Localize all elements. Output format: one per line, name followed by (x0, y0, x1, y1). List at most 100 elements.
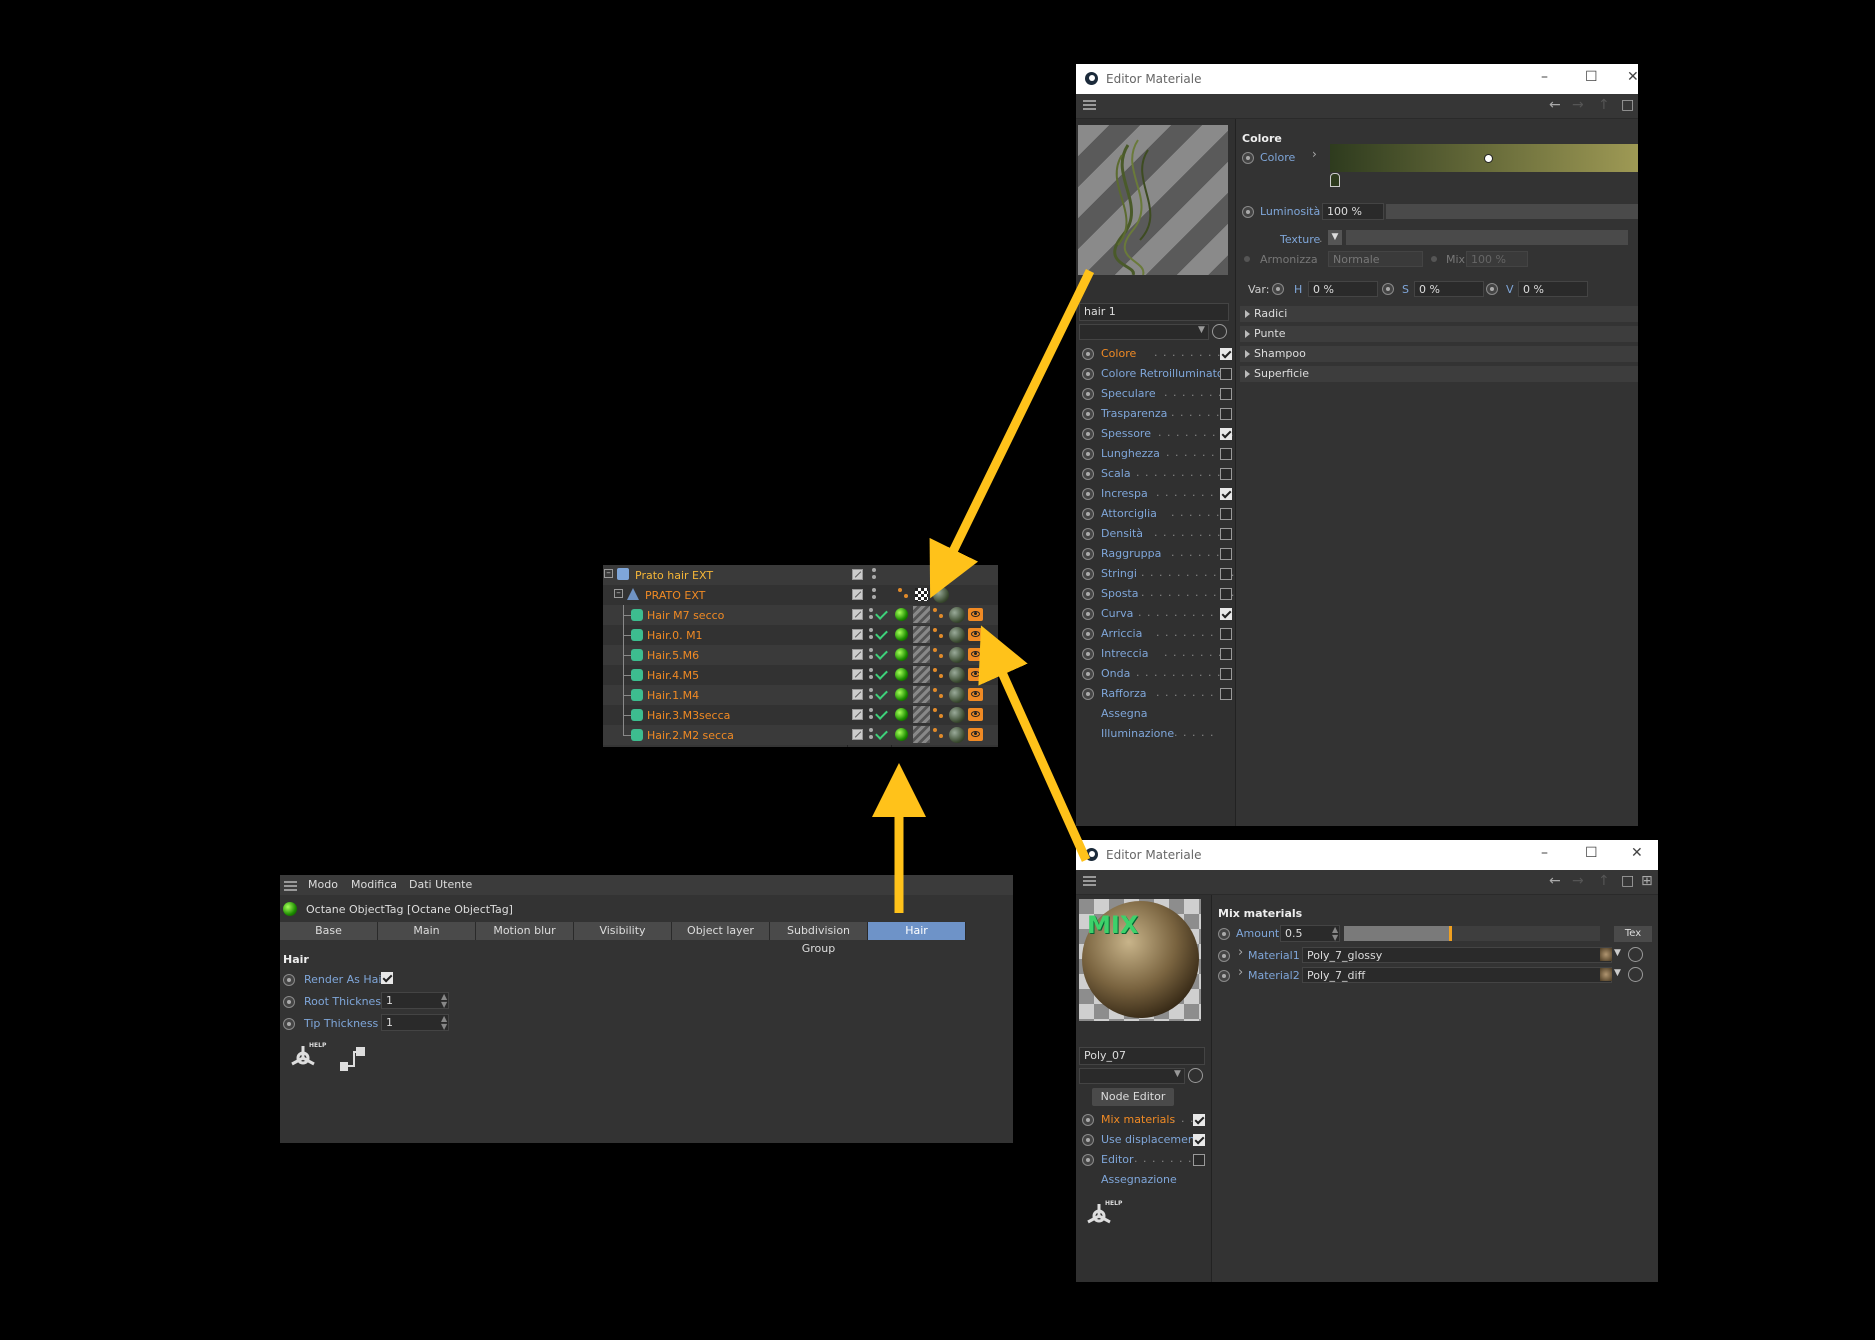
mix-material-tag-icon[interactable] (949, 687, 965, 703)
channel-row[interactable]: Spessore. . . . . . . . . (1076, 425, 1233, 443)
channel-checkbox[interactable] (1220, 628, 1232, 640)
octane-tag-icon[interactable] (895, 728, 908, 741)
visibility-tag-icon[interactable] (968, 688, 983, 701)
layer-dropdown[interactable] (1079, 1068, 1185, 1084)
up-arrow-icon[interactable]: ↑ (1598, 873, 1610, 889)
material1-pick-icon[interactable] (1628, 947, 1643, 962)
tab-visibility[interactable]: Visibility (574, 922, 672, 940)
section-radici[interactable]: Radici (1240, 306, 1638, 322)
dropdown-chevron-icon[interactable]: ▼ (1174, 1069, 1181, 1079)
octane-tag-icon[interactable] (895, 608, 908, 621)
tex-button[interactable]: Tex (1614, 926, 1652, 942)
close-icon[interactable]: ✕ (1627, 69, 1638, 85)
pick-icon[interactable] (1188, 1068, 1203, 1083)
menu-icon[interactable] (284, 881, 297, 883)
channel-checkbox[interactable] (1220, 548, 1232, 560)
hair-object-row[interactable]: Hair.1.M4 (603, 685, 998, 705)
tab-motion-blur[interactable]: Motion blur (476, 922, 574, 940)
channel-row[interactable]: Raggruppa. . . . . . . (1076, 545, 1232, 563)
luminosita-field[interactable]: 100 % (1322, 203, 1384, 220)
hair-object-row[interactable]: Hair.4.M5 (603, 665, 998, 685)
forward-arrow-icon[interactable]: → (1572, 97, 1584, 113)
channel-checkbox[interactable] (1220, 588, 1232, 600)
menu-modifica[interactable]: Modifica (351, 878, 397, 891)
luminosita-slider[interactable] (1386, 204, 1638, 219)
channel-row[interactable]: Stringi. . . . . . . . . . . (1076, 565, 1234, 583)
octane-tag-icon[interactable] (895, 688, 908, 701)
minimize-icon[interactable]: – (1541, 69, 1548, 85)
channel-checkbox[interactable] (1220, 408, 1232, 420)
gradient-knot-icon[interactable] (1484, 154, 1493, 163)
texture-slot[interactable] (1346, 230, 1628, 245)
render-as-hair-radio[interactable] (283, 974, 295, 986)
root-thickness-stepper[interactable]: ▲ ▼ (441, 993, 447, 1009)
hair-object-row[interactable]: Hair.2.M2 secca (603, 725, 998, 745)
amount-radio[interactable] (1218, 928, 1230, 940)
channel-row[interactable]: Increspa. . . . . . . . . (1076, 485, 1232, 503)
channel-checkbox[interactable] (1193, 1134, 1205, 1146)
h-radio[interactable] (1272, 283, 1284, 295)
visibility-tag-icon[interactable] (968, 708, 983, 721)
material2-radio[interactable] (1218, 970, 1230, 982)
new-window-icon[interactable]: ⊞ (1641, 873, 1653, 889)
s-radio[interactable] (1382, 283, 1394, 295)
dropdown-chevron-icon[interactable]: ▼ (1198, 325, 1205, 335)
object-row-child[interactable]: – PRATO EXT (603, 585, 998, 605)
channel-row[interactable]: Lunghezza. . . . . . . (1076, 445, 1232, 463)
object-row-root[interactable]: – Prato hair EXT (603, 565, 998, 585)
texture-dropdown-button[interactable]: ▼ (1328, 230, 1342, 245)
mix-material-tag-icon[interactable] (949, 707, 965, 723)
s-field[interactable]: 0 % (1414, 281, 1484, 297)
mix-material-tag-icon[interactable] (949, 667, 965, 683)
up-arrow-icon[interactable]: ↑ (1598, 97, 1610, 113)
menu-dati-utente[interactable]: Dati Utente (409, 878, 472, 891)
render-as-hair-checkbox[interactable] (381, 972, 393, 984)
hair-material-tag-icon[interactable] (913, 686, 930, 703)
gradient-stop-icon[interactable] (1330, 173, 1340, 187)
tab-object-layer[interactable]: Object layer (672, 922, 770, 940)
channel-row[interactable]: Arriccia. . . . . . . . . (1076, 625, 1232, 643)
menu-icon[interactable] (1083, 876, 1096, 878)
octane-tag-icon[interactable] (895, 708, 908, 721)
expand-chevron-icon[interactable]: › (1312, 147, 1317, 161)
channel-checkbox[interactable] (1220, 468, 1232, 480)
hair-material-tag-icon[interactable] (913, 646, 930, 663)
section-shampoo[interactable]: Shampoo (1240, 346, 1638, 362)
assign-link[interactable]: Assegna (1076, 705, 1226, 723)
material1-radio[interactable] (1218, 950, 1230, 962)
section-superficie[interactable]: Superficie (1240, 366, 1638, 382)
octane-tag-icon[interactable] (895, 668, 908, 681)
tab-base[interactable]: Base (280, 922, 378, 940)
channel-checkbox[interactable] (1193, 1154, 1205, 1166)
material2-pick-icon[interactable] (1628, 967, 1643, 982)
visibility-tag-icon[interactable] (968, 608, 983, 621)
channel-checkbox[interactable] (1220, 368, 1232, 380)
channel-row[interactable]: Rafforza. . . . . . . . . (1076, 685, 1232, 703)
channel-checkbox[interactable] (1220, 568, 1232, 580)
channel-row[interactable]: Curva. . . . . . . . . . . (1076, 605, 1232, 623)
channel-checkbox[interactable] (1220, 668, 1232, 680)
colore-radio[interactable] (1242, 152, 1254, 164)
assign-link[interactable]: Assegnazione (1076, 1171, 1206, 1189)
visibility-tag-icon[interactable] (968, 648, 983, 661)
maximize-icon[interactable]: ☐ (1585, 69, 1598, 85)
maximize-icon[interactable]: ☐ (1585, 845, 1598, 861)
tip-thickness-radio[interactable] (283, 1018, 295, 1030)
amount-field[interactable]: 0.5 (1280, 925, 1340, 942)
mix-material-tag-icon[interactable] (949, 727, 965, 743)
back-arrow-icon[interactable]: ← (1549, 873, 1561, 889)
channel-checkbox[interactable] (1220, 688, 1232, 700)
material-name-field[interactable]: Poly_07 (1079, 1047, 1205, 1065)
tip-thickness-field[interactable]: 1 (381, 1014, 449, 1031)
channel-row[interactable]: Attorciglia. . . . . . . (1076, 505, 1232, 523)
menu-modo[interactable]: Modo (308, 878, 338, 891)
tab-hair[interactable]: Hair (868, 922, 966, 940)
tip-thickness-stepper[interactable]: ▲ ▼ (441, 1015, 447, 1031)
collapse-icon[interactable]: – (614, 589, 623, 598)
hair-material-preview[interactable] (1078, 125, 1228, 275)
tab-subdivision-group[interactable]: Subdivision Group (770, 922, 868, 955)
channel-row[interactable]: Colore. . . . . . . . . . (1076, 345, 1238, 363)
channel-checkbox[interactable] (1220, 508, 1232, 520)
octane-help-icon[interactable]: HELP (285, 1040, 326, 1076)
lock-icon[interactable]: □ (1621, 873, 1634, 889)
